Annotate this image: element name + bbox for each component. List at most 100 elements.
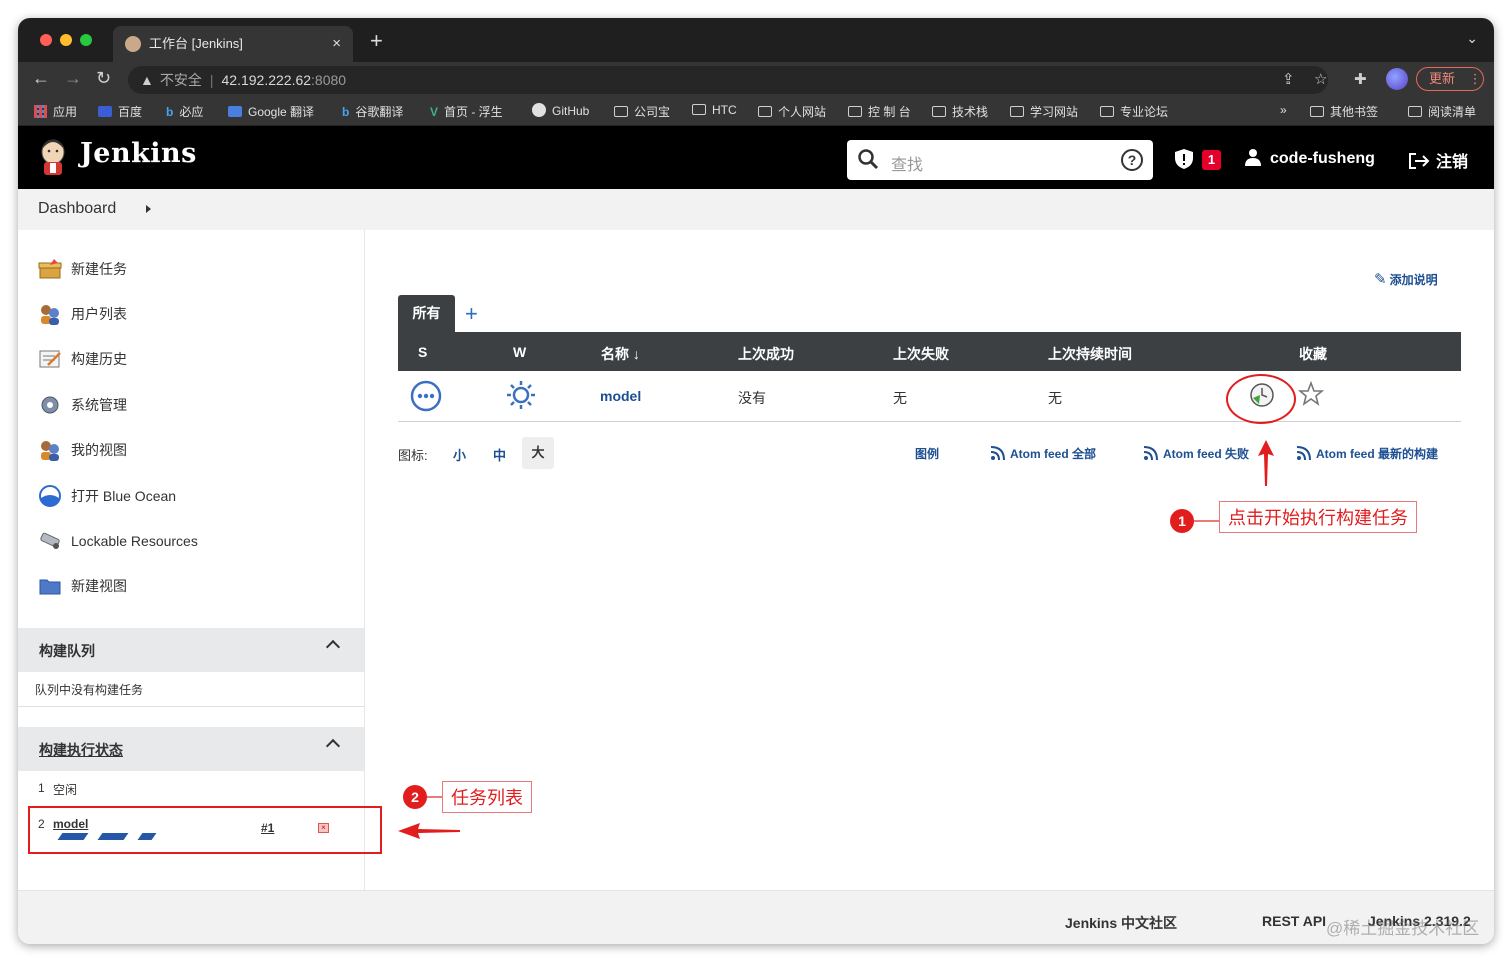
bookmark-folder[interactable]: HTC	[692, 103, 737, 117]
breadcrumb-menu-icon[interactable]	[146, 205, 151, 213]
community-link[interactable]: Jenkins 中文社区	[1065, 913, 1177, 933]
bookmark-star-icon[interactable]: ☆	[1314, 70, 1327, 88]
jenkins-title[interactable]: Jenkins	[80, 138, 197, 169]
icon-size-small[interactable]: 小	[453, 445, 466, 464]
bookmark-folder[interactable]: 控 制 台	[848, 103, 911, 120]
tab-all[interactable]: 所有	[398, 295, 455, 332]
footer: Jenkins 中文社区 REST API Jenkins 2.319.2	[18, 890, 1494, 944]
new-tab-button[interactable]: +	[370, 28, 383, 54]
browser-tab[interactable]: 工作台 [Jenkins] ×	[113, 26, 353, 62]
col-name[interactable]: 名称 ↓	[601, 344, 640, 364]
vue-icon: V	[430, 105, 439, 119]
tab-bar: 工作台 [Jenkins] × + ⌄	[18, 18, 1494, 62]
icon-size-large[interactable]: 大	[522, 437, 554, 469]
folder-icon	[1100, 106, 1114, 117]
collapse-icon[interactable]	[325, 639, 341, 655]
alert-count-badge[interactable]: 1	[1202, 150, 1221, 170]
feed-label: Atom feed 全部	[1010, 447, 1097, 461]
col-weather[interactable]: W	[513, 344, 526, 360]
tab-close-button[interactable]: ×	[332, 26, 341, 62]
executor-number: 1	[38, 781, 45, 795]
security-shield-icon[interactable]	[1174, 148, 1194, 170]
favorite-star-icon[interactable]	[1298, 381, 1324, 407]
collapse-icon[interactable]	[325, 738, 341, 754]
bookmark-folder[interactable]: 个人网站	[758, 103, 826, 120]
user-link[interactable]: code-fusheng	[1244, 148, 1375, 168]
add-description-link[interactable]: ✎ 添加说明	[1374, 270, 1438, 288]
share-icon[interactable]: ⇪	[1282, 70, 1295, 88]
col-last-success[interactable]: 上次成功	[738, 344, 794, 364]
bookmark-bing[interactable]: b 必应	[166, 103, 203, 120]
atom-feed-all-link[interactable]: Atom feed 全部	[990, 445, 1096, 462]
user-icon	[1245, 149, 1261, 166]
bookmark-gtranslate[interactable]: b 谷歌翻译	[342, 103, 403, 120]
col-last-duration[interactable]: 上次持续时间	[1048, 344, 1132, 364]
task-label: 系统管理	[71, 397, 127, 413]
icon-size-label: 图标:	[398, 448, 428, 463]
atom-feed-failed-link[interactable]: Atom feed 失败	[1143, 445, 1249, 462]
task-label: 用户列表	[71, 306, 127, 322]
my-views-icon	[41, 441, 59, 461]
executors-header[interactable]: 构建执行状态	[18, 727, 364, 771]
folder-icon	[614, 106, 628, 117]
more-menu-icon: ⋮	[1468, 71, 1482, 86]
breadcrumb-dashboard[interactable]: Dashboard	[38, 200, 116, 218]
search-box[interactable]: 查找 ?	[847, 140, 1153, 180]
extensions-icon[interactable]: ✚	[1354, 70, 1367, 88]
col-last-failure[interactable]: 上次失败	[893, 344, 949, 364]
atom-feed-latest-link[interactable]: Atom feed 最新的构建	[1296, 445, 1438, 462]
forward-icon[interactable]: →	[64, 68, 82, 89]
username: code-fusheng	[1270, 150, 1375, 167]
minimize-window-button[interactable]	[60, 34, 72, 46]
annotation-connector	[427, 796, 443, 798]
close-window-button[interactable]	[40, 34, 52, 46]
bookmark-home[interactable]: V 首页 - 浮生	[430, 103, 503, 120]
side-panel-divider	[364, 230, 365, 890]
col-favorite[interactable]: 收藏	[1299, 344, 1327, 364]
help-icon[interactable]: ?	[1121, 149, 1143, 171]
bookmark-folder[interactable]: 专业论坛	[1100, 103, 1168, 120]
icon-size-medium[interactable]: 中	[493, 445, 506, 464]
profile-avatar[interactable]	[1386, 68, 1408, 90]
bookmark-baidu[interactable]: 百度	[98, 103, 142, 120]
address-bar[interactable]: ▲ 不安全 | 42.192.222.62:8080	[128, 66, 1328, 94]
bookmark-folder[interactable]: 技术栈	[932, 103, 988, 120]
bookmark-other[interactable]: 其他书签	[1310, 103, 1378, 120]
build-queue-header[interactable]: 构建队列	[18, 628, 364, 672]
pane-divider	[18, 706, 364, 707]
bing-icon: b	[342, 105, 350, 119]
logout-link[interactable]: 注销	[1408, 148, 1468, 172]
task-label: 新建视图	[71, 578, 127, 594]
browser-toolbar: ← → ↻ ▲ 不安全 | 42.192.222.62:8080 ⇪ ☆ ✚ 更新 ⋮	[18, 62, 1494, 98]
bookmarks-overflow-button[interactable]: »	[1280, 103, 1287, 117]
bookmark-google-translate[interactable]: Google 翻译	[228, 103, 314, 120]
executors-title[interactable]: 构建执行状态	[39, 740, 123, 760]
maximize-window-button[interactable]	[80, 34, 92, 46]
bookmark-folder[interactable]: 学习网站	[1010, 103, 1078, 120]
update-button[interactable]: 更新 ⋮	[1416, 67, 1484, 91]
url-host: 42.192.222.62	[221, 72, 312, 88]
search-input[interactable]: 查找	[891, 151, 923, 175]
tab-search-icon[interactable]: ⌄	[1466, 30, 1478, 47]
add-description-label: 添加说明	[1389, 273, 1438, 287]
bookmark-label: 阅读清单	[1428, 105, 1477, 119]
icon-legend-row: 图标: 小 中 大 图例 Atom feed 全部 Atom feed 失败 A…	[398, 437, 1461, 471]
back-icon[interactable]: ←	[32, 68, 50, 89]
add-view-button[interactable]: +	[465, 301, 478, 327]
col-status[interactable]: S	[418, 344, 427, 360]
annotation-arrow-up-icon	[1258, 440, 1274, 486]
bookmark-apps[interactable]: 应用	[34, 103, 77, 120]
legend-link[interactable]: 图例	[915, 445, 939, 462]
rest-api-link[interactable]: REST API	[1262, 913, 1326, 929]
job-row: model 没有 无 无	[398, 371, 1461, 422]
bookmark-label: HTC	[712, 103, 737, 117]
bookmark-folder[interactable]: 公司宝	[614, 103, 670, 120]
job-name-link[interactable]: model	[600, 388, 641, 404]
rss-icon	[1143, 446, 1158, 461]
reload-icon[interactable]: ↻	[96, 68, 111, 89]
reading-list[interactable]: 阅读清单	[1408, 103, 1476, 120]
bookmark-label: 百度	[118, 105, 143, 119]
bookmark-github[interactable]: GitHub	[532, 103, 589, 118]
bookmark-label: 其他书签	[1330, 105, 1379, 119]
jenkins-logo-icon[interactable]	[38, 138, 68, 176]
